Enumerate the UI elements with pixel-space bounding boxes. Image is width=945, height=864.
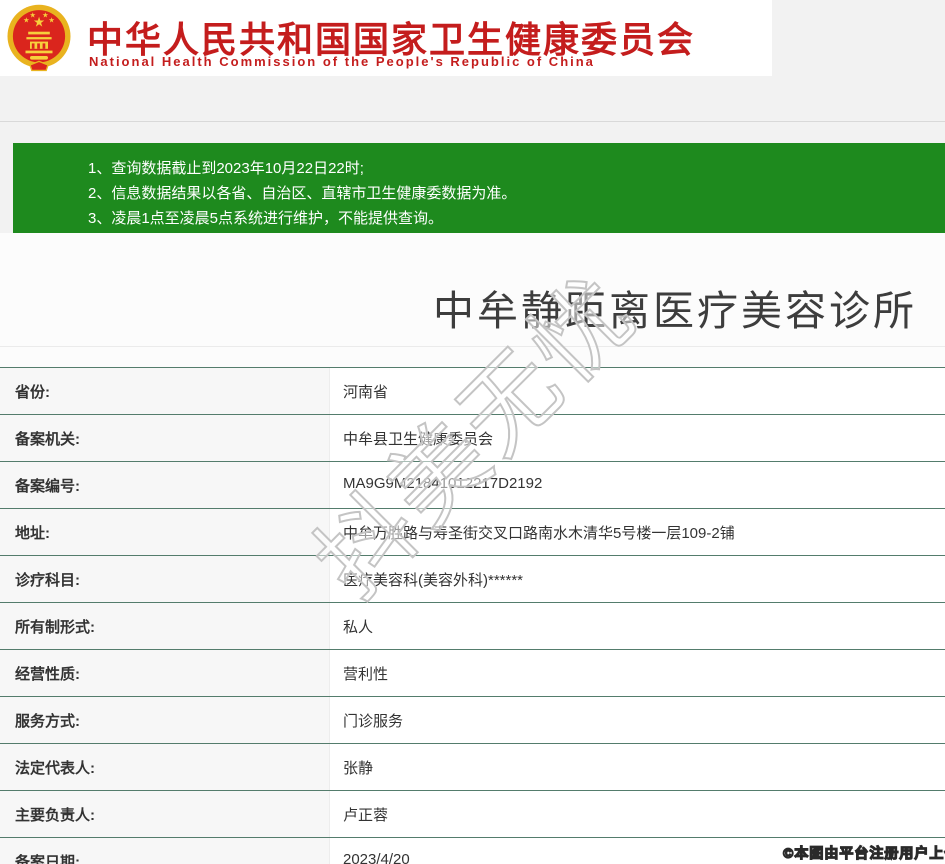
row-label: 经营性质: [0, 650, 330, 696]
row-label: 省份: [0, 368, 330, 414]
row-value: 河南省 [330, 368, 945, 414]
row-value: 中牟县卫生健康委员会 [330, 415, 945, 461]
site-title-english: National Health Commission of the People… [89, 54, 595, 69]
image-copyright-watermark: ©本图由平台注册用户上传 [782, 844, 945, 861]
notice-line-1: 1、查询数据截止到2023年10月22日22时; [88, 160, 364, 177]
table-row: 法定代表人: 张静 [0, 743, 945, 790]
notice-line-3: 3、凌晨1点至凌晨5点系统进行维护，不能提供查询。 [88, 210, 444, 227]
table-row: 备案机关: 中牟县卫生健康委员会 [0, 414, 945, 461]
table-row: 备案编号: MA9G9M21841012217D2192 [0, 461, 945, 508]
record-table: 省份: 河南省 备案机关: 中牟县卫生健康委员会 备案编号: MA9G9M218… [0, 367, 945, 864]
row-value: 私人 [330, 603, 945, 649]
row-value: 张静 [330, 744, 945, 790]
title-divider [0, 346, 945, 347]
table-row: 服务方式: 门诊服务 [0, 696, 945, 743]
row-value: 卢正蓉 [330, 791, 945, 837]
table-row: 经营性质: 营利性 [0, 649, 945, 696]
table-row: 所有制形式: 私人 [0, 602, 945, 649]
row-label: 服务方式: [0, 697, 330, 743]
row-label: 备案机关: [0, 415, 330, 461]
table-row: 诊疗科目: 医疗美容科(美容外科)****** [0, 555, 945, 602]
svg-text:★: ★ [48, 16, 54, 25]
page-title-institution-name: 中牟静距离医疗美容诊所 [433, 288, 917, 334]
table-row: 主要负责人: 卢正蓉 [0, 790, 945, 837]
row-value: 门诊服务 [330, 697, 945, 743]
row-label: 备案编号: [0, 462, 330, 508]
row-value: 医疗美容科(美容外科)****** [330, 556, 945, 602]
table-row: 省份: 河南省 [0, 367, 945, 414]
svg-text:★: ★ [29, 10, 35, 19]
row-label: 地址: [0, 509, 330, 555]
notice-box: 1、查询数据截止到2023年10月22日22时; 2、信息数据结果以各省、自治区… [13, 143, 945, 233]
row-value: 营利性 [330, 650, 945, 696]
row-label: 诊疗科目: [0, 556, 330, 602]
row-value: 中牟万胜路与寿圣街交叉口路南水木清华5号楼一层109-2铺 [330, 509, 945, 555]
row-label: 法定代表人: [0, 744, 330, 790]
query-result-page: ★ ★ ★ ★ ★ 中华人民共和国国家卫生健康委员会 National Heal… [0, 0, 945, 864]
gov-header: ★ ★ ★ ★ ★ 中华人民共和国国家卫生健康委员会 National Heal… [0, 0, 772, 76]
row-value: MA9G9M21841012217D2192 [330, 462, 945, 508]
row-label: 主要负责人: [0, 791, 330, 837]
national-emblem-icon: ★ ★ ★ ★ ★ [7, 4, 71, 72]
row-label: 所有制形式: [0, 603, 330, 649]
table-row: 地址: 中牟万胜路与寿圣街交叉口路南水木清华5号楼一层109-2铺 [0, 508, 945, 555]
notice-line-2: 2、信息数据结果以各省、自治区、直辖市卫生健康委数据为准。 [88, 185, 517, 202]
header-divider [0, 121, 945, 122]
row-label: 备案日期: [0, 838, 330, 864]
